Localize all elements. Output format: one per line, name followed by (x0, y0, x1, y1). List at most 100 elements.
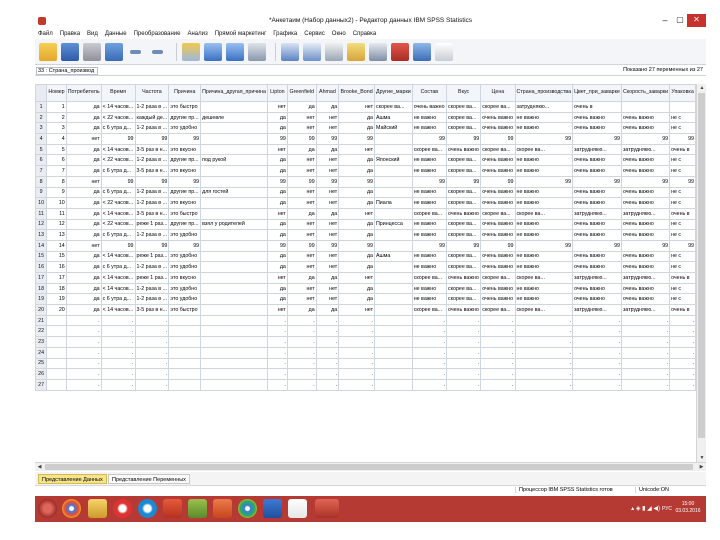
data-cell[interactable]: . (669, 357, 696, 370)
data-cell[interactable]: скорее ва... (411, 143, 447, 156)
data-cell[interactable]: очень важно (480, 165, 516, 177)
data-cell[interactable]: не важно (411, 218, 447, 231)
maximize-button[interactable]: ▢ (672, 14, 688, 27)
column-header[interactable]: Brooke_Bond (338, 84, 375, 102)
data-cell[interactable]: . (445, 368, 482, 380)
data-cell[interactable]: нет (315, 165, 340, 177)
menu-item[interactable]: Вид (87, 31, 98, 37)
data-cell[interactable]: не важно (514, 293, 574, 306)
data-cell[interactable]: . (286, 357, 317, 370)
menu-item[interactable]: Справка (353, 31, 377, 37)
data-cell[interactable]: скорее ва... (445, 154, 482, 167)
data-cell[interactable]: 99 (315, 239, 340, 252)
data-cell[interactable]: 99 (411, 239, 447, 252)
data-cell[interactable]: нет (315, 122, 340, 135)
data-cell[interactable]: . (286, 368, 317, 380)
data-cell[interactable]: очень важно (445, 272, 482, 284)
data-cell[interactable]: скорее ва... (514, 304, 574, 316)
data-cell[interactable]: затруднякю... (620, 143, 671, 156)
data-cell[interactable]: 99 (168, 133, 202, 145)
data-cell[interactable] (46, 336, 67, 348)
column-header[interactable]: Причина (168, 84, 202, 102)
data-cell[interactable]: очень важно (572, 186, 622, 199)
data-cell[interactable]: да (338, 218, 375, 231)
data-cell[interactable]: очень важно (620, 282, 671, 295)
data-cell[interactable]: . (411, 357, 447, 370)
data-cell[interactable]: . (480, 368, 516, 380)
data-cell[interactable]: скорее ва... (445, 122, 482, 135)
column-header[interactable]: Причина_другая_причина (200, 84, 268, 102)
data-cell[interactable]: 99 (266, 239, 288, 252)
data-cell[interactable]: скорее ва... (445, 282, 482, 295)
menu-item[interactable]: Графика (273, 31, 297, 37)
data-cell[interactable]: 99 (514, 175, 574, 188)
data-cell[interactable] (200, 207, 268, 220)
data-cell[interactable]: 99 (669, 175, 696, 188)
data-cell[interactable]: не важно (514, 165, 574, 177)
data-cell[interactable]: . (65, 378, 102, 391)
data-cell[interactable]: да (338, 122, 375, 135)
data-cell[interactable]: 15 (46, 250, 67, 263)
data-cell[interactable]: не с (669, 197, 696, 209)
data-cell[interactable]: . (286, 336, 317, 348)
column-header[interactable]: Цвет_при_заварке (572, 84, 622, 102)
data-cell[interactable]: скорее ва... (514, 143, 574, 156)
data-cell[interactable]: очень в (669, 207, 696, 220)
vertical-scrollbar[interactable]: ▲ ▼ (696, 84, 706, 462)
data-cell[interactable]: < 22 часов... (100, 111, 136, 124)
data-cell[interactable]: с 6 утра д... (100, 165, 136, 177)
data-cell[interactable]: с 6 утра д... (100, 293, 136, 306)
data-cell[interactable]: да (65, 229, 102, 241)
data-cell[interactable]: 99 (266, 175, 288, 188)
data-cell[interactable]: . (338, 336, 375, 348)
data-cell[interactable]: нет (266, 272, 288, 284)
data-cell[interactable]: очень важно (480, 197, 516, 209)
data-cell[interactable]: . (65, 357, 102, 370)
data-cell[interactable]: нет (315, 218, 340, 231)
data-cell[interactable]: затруднякю... (620, 272, 671, 284)
data-cell[interactable] (200, 250, 268, 263)
data-cell[interactable]: . (514, 325, 574, 338)
data-cell[interactable]: очень важно (572, 111, 622, 124)
row-header[interactable]: 17 (35, 272, 48, 284)
data-cell[interactable]: нет (338, 101, 375, 113)
data-cell[interactable]: нет (315, 186, 340, 199)
data-cell[interactable]: . (514, 346, 574, 359)
data-cell[interactable]: . (480, 357, 516, 370)
data-cell[interactable] (46, 357, 67, 370)
data-cell[interactable]: 99 (620, 239, 671, 252)
data-cell[interactable]: не важно (411, 154, 447, 167)
data-cell[interactable]: скорее ва... (445, 197, 482, 209)
redo-icon[interactable] (149, 43, 167, 61)
data-cell[interactable]: . (286, 346, 317, 359)
data-cell[interactable]: не с (669, 229, 696, 241)
data-cell[interactable]: . (266, 368, 288, 380)
data-cell[interactable]: 13 (46, 229, 67, 241)
data-cell[interactable] (46, 368, 67, 380)
data-cell[interactable]: нет (286, 197, 317, 209)
data-cell[interactable]: < 22 часов... (100, 197, 136, 209)
data-cell[interactable]: . (480, 314, 516, 327)
data-cell[interactable]: скорее ва... (411, 272, 447, 284)
weight-cases-icon[interactable] (347, 42, 365, 61)
data-cell[interactable]: не важно (411, 250, 447, 263)
data-cell[interactable]: затруднякю... (514, 101, 574, 113)
scroll-left-icon[interactable]: ◀ (35, 463, 44, 471)
data-cell[interactable]: не с (669, 186, 696, 199)
data-cell[interactable]: . (411, 346, 447, 359)
data-cell[interactable]: да (266, 197, 288, 209)
undo-icon[interactable] (127, 43, 145, 61)
data-cell[interactable]: . (134, 314, 170, 327)
data-cell[interactable]: 18 (46, 282, 67, 295)
data-cell[interactable]: 1-2 раза в ... (134, 229, 170, 241)
use-sets-icon[interactable] (413, 42, 431, 61)
data-cell[interactable] (168, 325, 202, 338)
data-cell[interactable]: 3-5 раз в н... (134, 143, 170, 156)
data-cell[interactable]: очень важно (620, 111, 671, 124)
data-cell[interactable]: . (315, 357, 340, 370)
data-cell[interactable]: нет (286, 293, 317, 306)
data-cell[interactable]: это вкусно (168, 143, 202, 156)
data-cell[interactable]: нет (315, 250, 340, 263)
data-cell[interactable]: . (266, 325, 288, 338)
data-cell[interactable]: 1-2 раза в ... (134, 293, 170, 306)
